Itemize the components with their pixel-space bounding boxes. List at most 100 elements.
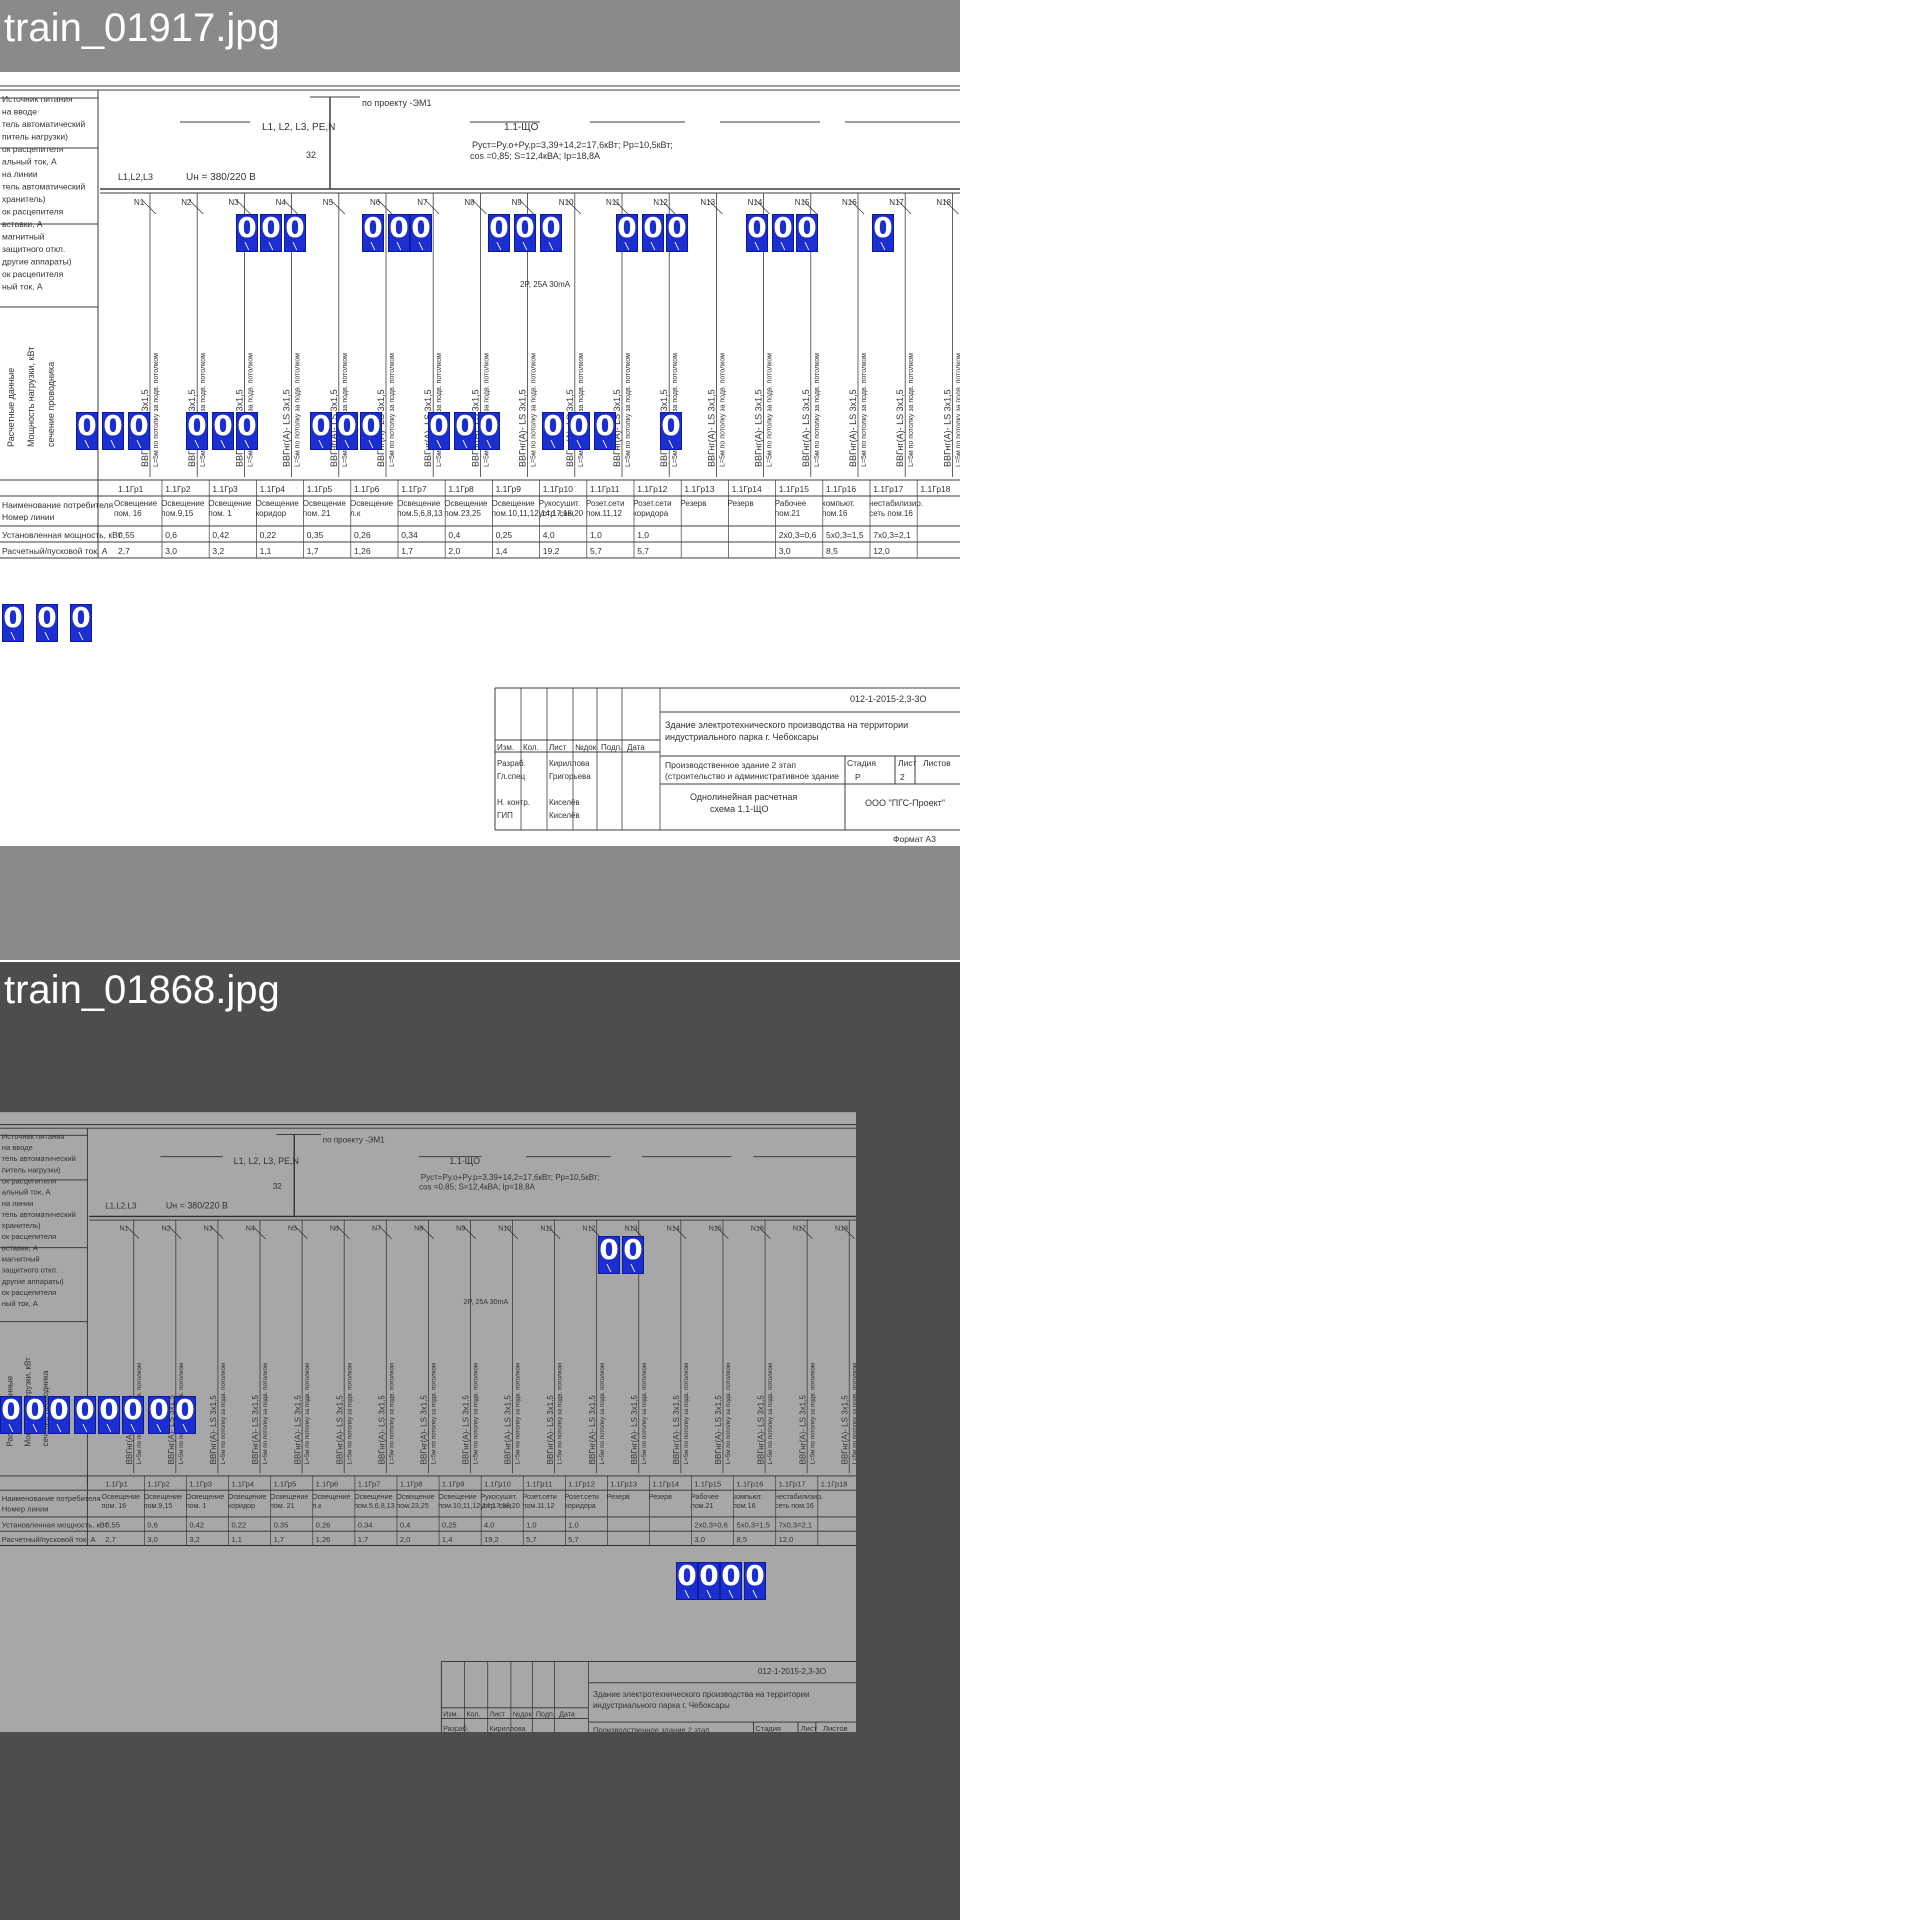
cable-note: L=5м по потолку за подв. потолком (599, 1363, 606, 1464)
drawing-text: Григорьева (549, 772, 591, 781)
drawing-text: нестабилизир. (869, 499, 923, 508)
drawing-text: 1.1Гр4 (231, 1480, 254, 1489)
drawing-text: L1,L2,L3 (105, 1201, 137, 1210)
cable-note: L=5м по потолку за подв. потолком (814, 353, 821, 467)
cable-note: L=5м по потолку за подв. потолком (342, 353, 349, 467)
drawing-text: Освещение (438, 1493, 476, 1501)
drawing-text: Освещение (312, 1493, 350, 1501)
drawing-text: пом.21 (691, 1502, 714, 1510)
cable-label: ВВГнг(А)- LS 3х1,5 (659, 389, 669, 467)
drawing-text: тель автоматический (2, 1154, 76, 1163)
cable-label: ВВГнг(А)- LS 3х1,5 (167, 1395, 176, 1465)
cable-note: L=5м по потолку за подв. потолком (304, 1363, 311, 1464)
drawing-text: N8 (414, 1225, 423, 1233)
drawing-text: компьют. (822, 499, 855, 508)
drawing-text: другие аппараты) (2, 1277, 64, 1286)
drawing-text: Лист (549, 743, 567, 752)
drawing-text: 0,42 (212, 530, 229, 540)
drawing-text: Розет.сети (565, 1493, 599, 1501)
cable-note: L=5м по потолку за подв. потолком (683, 1363, 690, 1464)
drawing-text: л.к (350, 509, 361, 518)
drawing-text: 1.1Гр7 (401, 484, 427, 494)
drawing-text: сеть пом.16 (869, 509, 913, 518)
cable-note: L=5м по потолку за подв. потолком (641, 1363, 648, 1464)
drawing-text: Резерв (607, 1493, 630, 1501)
cable-label: ВВГнг(А)- LS 3х1,5 (588, 1395, 597, 1465)
drawing-text: 1,0 (568, 1521, 579, 1530)
drawing-text: Дата (559, 1711, 575, 1719)
drawing-text: Розет.сети (586, 499, 624, 508)
drawing-text: 1.1Гр4 (260, 484, 286, 494)
cable-label: ВВГнг(А)- LS 3х1,5 (895, 389, 905, 467)
drawing-text: на линии (2, 169, 38, 179)
drawing-text: Подп. (536, 1711, 555, 1719)
drawing-text: Розет.сети (523, 1493, 557, 1501)
drawing-text: cos =0,85; S=12,4кВА; Ip=18,8A (470, 151, 600, 161)
drawing-text: Кириллова (549, 759, 590, 768)
drawing-text: Гл.спец (497, 772, 526, 781)
drawing-text: Производственное здание 2 этап (665, 760, 796, 770)
drawing-text: 1.1Гр18 (920, 484, 950, 494)
cable-label: ВВГнг(А)- LS 3х1,5 (335, 1395, 344, 1465)
drawing-text: 1,0 (526, 1521, 537, 1530)
drawing-text: магнитный (2, 232, 45, 242)
drawing-text: №док (575, 743, 597, 752)
drawing-text: нестабилизир. (775, 1493, 823, 1501)
drawing-text: Освещение (444, 499, 488, 508)
cable-label: ВВГнг(А)- LS 3х1,5 (565, 389, 575, 467)
cable-label: ВВГнг(А)- LS 3х1,5 (462, 1395, 471, 1465)
drawing-text: сеть пом.16 (775, 1502, 814, 1510)
drawing-text: 1.1Гр3 (212, 484, 238, 494)
drawing-text: 1.1Гр16 (737, 1480, 764, 1489)
drawing-text: коридор (228, 1502, 255, 1510)
cable-note: L=5м по потолку за подв. потолком (220, 1363, 227, 1464)
drawing-text: N7 (417, 198, 428, 207)
image-filename: train_01868.jpg (4, 968, 280, 1012)
drawing-text: коридор (256, 509, 287, 518)
drawing-text: Изм. (443, 1711, 458, 1719)
cable-label: ВВГнг(А)- LS 3х1,5 (470, 389, 480, 467)
drawing-text: 1.1Гр11 (526, 1480, 552, 1489)
drawing-text: пом. 1 (208, 509, 232, 518)
drawing-text: 0,6 (147, 1521, 158, 1530)
drawing-text: 012-1-2015-2,3-3О (758, 1667, 826, 1676)
image-filename: train_01917.jpg (4, 6, 280, 50)
drawing-text: Стадия (847, 758, 876, 768)
drawing-text: 2,7 (118, 546, 130, 556)
drawing-text: 1,0 (637, 530, 649, 540)
drawing-text: N4 (246, 1225, 255, 1233)
drawing-text: 32 (306, 150, 316, 160)
drawing-text: защитного откл. (2, 244, 65, 254)
drawing-text: N10 (498, 1225, 511, 1233)
drawing-text: 5,7 (590, 546, 602, 556)
drawing-text: Наименование потребителя (2, 1494, 101, 1503)
drawing-text: Uн = 380/220 В (166, 1200, 228, 1210)
drawing-text: N12 (653, 198, 668, 207)
drawing-text: 1,0 (590, 530, 602, 540)
drawing-text: 1,1 (231, 1535, 242, 1544)
drawing-text: 1.1Гр10 (484, 1480, 511, 1489)
drawing-text: N17 (889, 198, 904, 207)
drawing-text: Освещение (350, 499, 394, 508)
drawing-text: 1.1Гр10 (543, 484, 573, 494)
drawing-text: на линии (2, 1199, 34, 1208)
drawing-text: сечение проводника (46, 362, 56, 447)
cable-label: ВВГнг(А)- LS 3х1,5 (140, 389, 150, 467)
drawing-text: альный ток, А (2, 157, 57, 167)
cable-label: ВВГнг(А)- LS 3х1,5 (714, 1395, 723, 1465)
drawing-text: Кол. (466, 1711, 480, 1719)
drawing-text: 1.1Гр8 (400, 1480, 423, 1489)
drawing-text: 0,34 (358, 1521, 373, 1530)
drawing-text: 0,6 (165, 530, 177, 540)
drawing-text: L1,L2,L3 (118, 172, 153, 182)
drawing-text: 0,35 (307, 530, 324, 540)
drawing-text: 0,22 (260, 530, 277, 540)
drawing-text: 0,22 (231, 1521, 246, 1530)
drawing-text: N6 (370, 198, 381, 207)
drawing-text: сечение проводника (41, 1370, 50, 1446)
drawing-text: 0,26 (354, 530, 371, 540)
drawing-text: N9 (512, 198, 523, 207)
cable-label: ВВГнг(А)- LS 3х1,5 (251, 1395, 260, 1465)
drawing-text: cos =0,85; S=12,4кВА; Ip=18,8A (419, 1183, 535, 1192)
drawing-text: Подп. (601, 743, 622, 752)
